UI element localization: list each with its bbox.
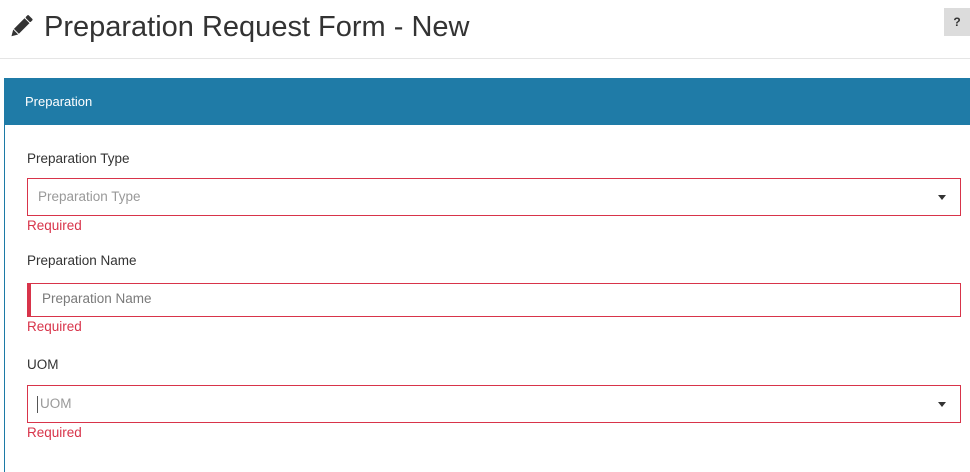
page-header: Preparation Request Form - New ? [0,0,970,59]
preparation-name-label: Preparation Name [27,253,137,268]
uom-select[interactable]: UOM [27,385,961,423]
help-button[interactable]: ? [944,8,970,36]
uom-label: UOM [27,357,59,372]
preparation-panel: Preparation Preparation Type Preparation… [4,78,970,472]
caret-down-icon[interactable] [938,195,946,200]
uom-error: Required [27,425,82,440]
uom-placeholder: UOM [40,396,72,411]
preparation-type-label: Preparation Type [27,151,130,166]
page: Preparation Request Form - New ? Prepara… [0,0,970,472]
preparation-name-placeholder: Preparation Name [42,291,152,306]
preparation-type-error: Required [27,218,82,233]
text-cursor [37,396,38,413]
pencil-icon [11,15,33,37]
page-title: Preparation Request Form - New [44,11,470,43]
preparation-type-placeholder: Preparation Type [38,189,141,204]
preparation-name-error: Required [27,319,82,334]
caret-down-icon[interactable] [938,402,946,407]
preparation-type-select[interactable]: Preparation Type [27,178,961,216]
panel-heading: Preparation [4,78,970,125]
preparation-name-input[interactable]: Preparation Name [27,283,961,317]
